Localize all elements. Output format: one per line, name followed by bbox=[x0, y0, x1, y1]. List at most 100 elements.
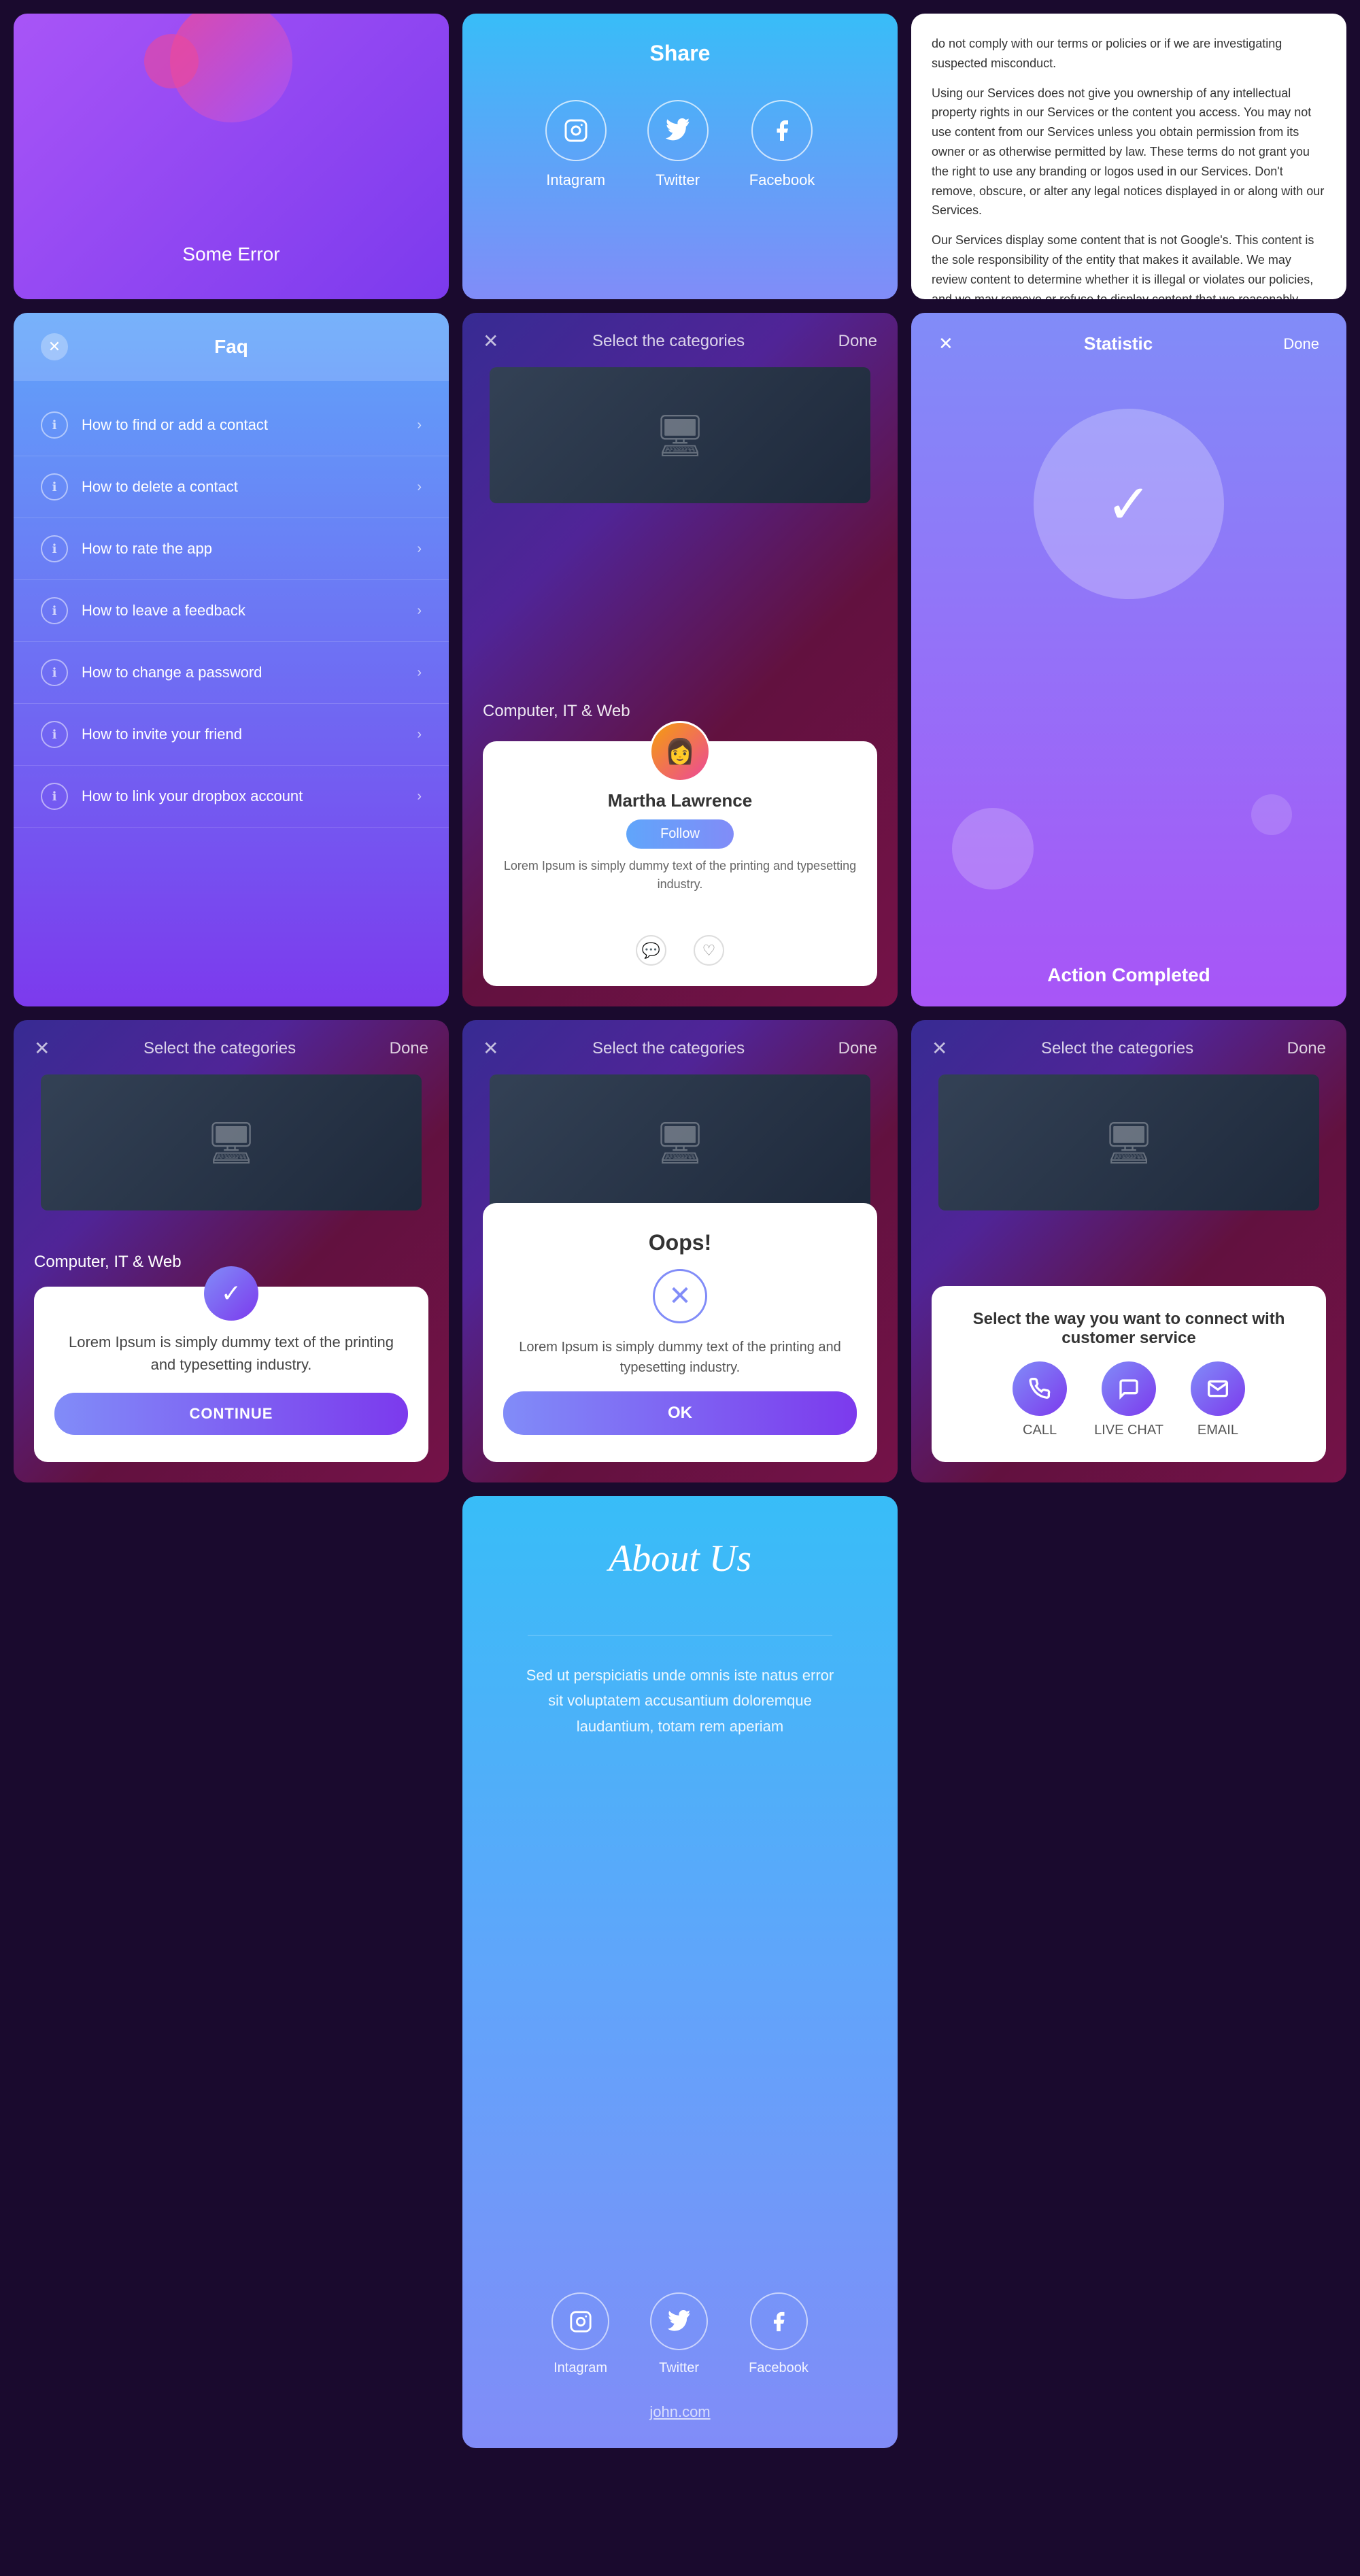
select-check-category: Computer, IT & Web bbox=[34, 1253, 182, 1272]
profile-avatar: 👩 bbox=[649, 721, 711, 782]
screen-sim-3: 🖥 bbox=[490, 1074, 870, 1210]
checkmark-symbol: ✓ bbox=[221, 1279, 241, 1308]
oops-header: ✕ Select the categories Done bbox=[462, 1020, 898, 1077]
comment-icon[interactable]: 💬 bbox=[636, 935, 666, 966]
call-icon[interactable] bbox=[1013, 1361, 1067, 1416]
twitter-icon[interactable] bbox=[647, 100, 709, 161]
email-icon[interactable] bbox=[1191, 1361, 1245, 1416]
chat-label: LIVE CHAT bbox=[1094, 1423, 1163, 1438]
heart-icon[interactable]: ♡ bbox=[694, 935, 724, 966]
screen-icon-2: 🖥 bbox=[205, 1119, 257, 1167]
faq-chevron-1: › bbox=[417, 418, 422, 433]
customer-chat[interactable]: LIVE CHAT bbox=[1094, 1361, 1163, 1438]
faq-item-icon-4: ℹ bbox=[41, 597, 68, 624]
oops-header-done[interactable]: Done bbox=[838, 1039, 877, 1058]
faq-item-text-7: How to link your dropbox account bbox=[82, 787, 417, 805]
select-check-done[interactable]: Done bbox=[390, 1039, 428, 1058]
customer-close[interactable]: ✕ bbox=[932, 1037, 947, 1060]
profile-bio: Lorem Ipsum is simply dummy text of the … bbox=[503, 857, 857, 894]
action-completed-label: Action Completed bbox=[911, 944, 1346, 1006]
faq-chevron-4: › bbox=[417, 603, 422, 619]
about-instagram[interactable]: Intagram bbox=[551, 2292, 609, 2376]
screen-sim: 🖥 bbox=[490, 367, 870, 503]
oops-card: 🖥 ✕ Select the categories Done Oops! ✕ L… bbox=[462, 1020, 898, 1482]
faq-item-2[interactable]: ℹ How to delete a contact › bbox=[14, 456, 449, 518]
oops-close[interactable]: ✕ bbox=[483, 1037, 498, 1060]
share-instagram[interactable]: Intagram bbox=[545, 100, 607, 189]
profile-overlay-card: 🖥 ✕ Select the categories Done Computer,… bbox=[462, 313, 898, 1006]
faq-item-6[interactable]: ℹ How to invite your friend › bbox=[14, 704, 449, 766]
faq-header: ✕ Faq bbox=[14, 313, 449, 381]
instagram-icon[interactable] bbox=[545, 100, 607, 161]
stat-close-button[interactable]: ✕ bbox=[938, 333, 953, 354]
faq-item-1[interactable]: ℹ How to find or add a contact › bbox=[14, 394, 449, 456]
customer-title: Select the way you want to connect with … bbox=[952, 1310, 1306, 1348]
faq-item-icon-7: ℹ bbox=[41, 783, 68, 810]
select-check-header: ✕ Select the categories Done bbox=[14, 1020, 449, 1077]
profile-overlay-title: Select the categories bbox=[592, 332, 745, 351]
faq-chevron-7: › bbox=[417, 789, 422, 804]
screen-icon: 🖥 bbox=[654, 411, 706, 460]
about-facebook[interactable]: Facebook bbox=[749, 2292, 809, 2376]
faq-item-3[interactable]: ℹ How to rate the app › bbox=[14, 518, 449, 580]
faq-chevron-3: › bbox=[417, 541, 422, 557]
about-twitter-icon[interactable] bbox=[650, 2292, 708, 2350]
faq-item-7[interactable]: ℹ How to link your dropbox account › bbox=[14, 766, 449, 828]
customer-email[interactable]: EMAIL bbox=[1191, 1361, 1245, 1438]
stat-header: ✕ Statistic Done bbox=[911, 313, 1346, 375]
stat-bubbles-area: ✓ bbox=[911, 375, 1346, 944]
customer-call[interactable]: CALL bbox=[1013, 1361, 1067, 1438]
facebook-label: Facebook bbox=[749, 171, 815, 189]
select-check-close[interactable]: ✕ bbox=[34, 1037, 50, 1060]
about-twitter[interactable]: Twitter bbox=[650, 2292, 708, 2376]
about-instagram-icon[interactable] bbox=[551, 2292, 609, 2350]
faq-card: ✕ Faq ℹ How to find or add a contact › ℹ… bbox=[14, 313, 449, 1006]
terms-para-2: Using our Services does not give you own… bbox=[932, 84, 1326, 221]
screen-icon-4: 🖥 bbox=[1103, 1119, 1155, 1167]
bubble-large: ✓ bbox=[1034, 409, 1224, 599]
oops-ok-button[interactable]: OK bbox=[503, 1391, 857, 1435]
customer-options-row: CALL LIVE CHAT bbox=[1013, 1361, 1245, 1438]
faq-title: Faq bbox=[214, 336, 248, 358]
screen-sim-4: 🖥 bbox=[938, 1074, 1319, 1210]
stat-title: Statistic bbox=[1084, 333, 1153, 354]
share-facebook[interactable]: Facebook bbox=[749, 100, 815, 189]
bubble-small-1 bbox=[952, 808, 1034, 889]
faq-item-text-5: How to change a password bbox=[82, 664, 417, 681]
profile-overlay-close[interactable]: ✕ bbox=[483, 330, 498, 352]
faq-close-button[interactable]: ✕ bbox=[41, 333, 68, 360]
about-divider bbox=[528, 1635, 832, 1636]
profile-overlay-done[interactable]: Done bbox=[838, 332, 877, 351]
check-modal-text: Lorem Ipsum is simply dummy text of the … bbox=[54, 1331, 408, 1376]
faq-item-text-3: How to rate the app bbox=[82, 540, 417, 558]
profile-inner-card: 👩 Martha Lawrence Follow Lorem Ipsum is … bbox=[483, 741, 877, 986]
share-title: Share bbox=[650, 41, 711, 66]
about-facebook-icon[interactable] bbox=[750, 2292, 808, 2350]
customer-header: ✕ Select the categories Done bbox=[911, 1020, 1346, 1077]
oops-title: Oops! bbox=[649, 1230, 711, 1255]
faq-chevron-2: › bbox=[417, 479, 422, 495]
about-twitter-label: Twitter bbox=[659, 2360, 699, 2376]
customer-header-done[interactable]: Done bbox=[1287, 1039, 1326, 1058]
about-text: Sed ut perspiciatis unde omnis iste natu… bbox=[518, 1663, 842, 1739]
continue-button[interactable]: CONTINUE bbox=[54, 1393, 408, 1435]
facebook-icon[interactable] bbox=[751, 100, 813, 161]
terms-para-3: Our Services display some content that i… bbox=[932, 231, 1326, 299]
faq-item-4[interactable]: ℹ How to leave a feedback › bbox=[14, 580, 449, 642]
faq-item-icon-2: ℹ bbox=[41, 473, 68, 501]
chat-icon[interactable] bbox=[1102, 1361, 1156, 1416]
faq-item-text-1: How to find or add a contact bbox=[82, 416, 417, 434]
oops-header-title: Select the categories bbox=[592, 1039, 745, 1058]
stat-done-button[interactable]: Done bbox=[1283, 335, 1319, 353]
faq-item-5[interactable]: ℹ How to change a password › bbox=[14, 642, 449, 704]
check-circle-icon: ✓ bbox=[204, 1266, 258, 1321]
statistic-card: ✕ Statistic Done ✓ Action Completed bbox=[911, 313, 1346, 1006]
share-twitter[interactable]: Twitter bbox=[647, 100, 709, 189]
screen-inner-3: 🖥 bbox=[490, 1074, 870, 1210]
faq-item-icon-5: ℹ bbox=[41, 659, 68, 686]
bubble-small-2 bbox=[1251, 794, 1292, 835]
faq-item-text-4: How to leave a feedback bbox=[82, 602, 417, 620]
select-check-card: 🖥 ✕ Select the categories Done Computer,… bbox=[14, 1020, 449, 1482]
about-link[interactable]: john.com bbox=[649, 2403, 710, 2421]
follow-button[interactable]: Follow bbox=[626, 819, 734, 849]
